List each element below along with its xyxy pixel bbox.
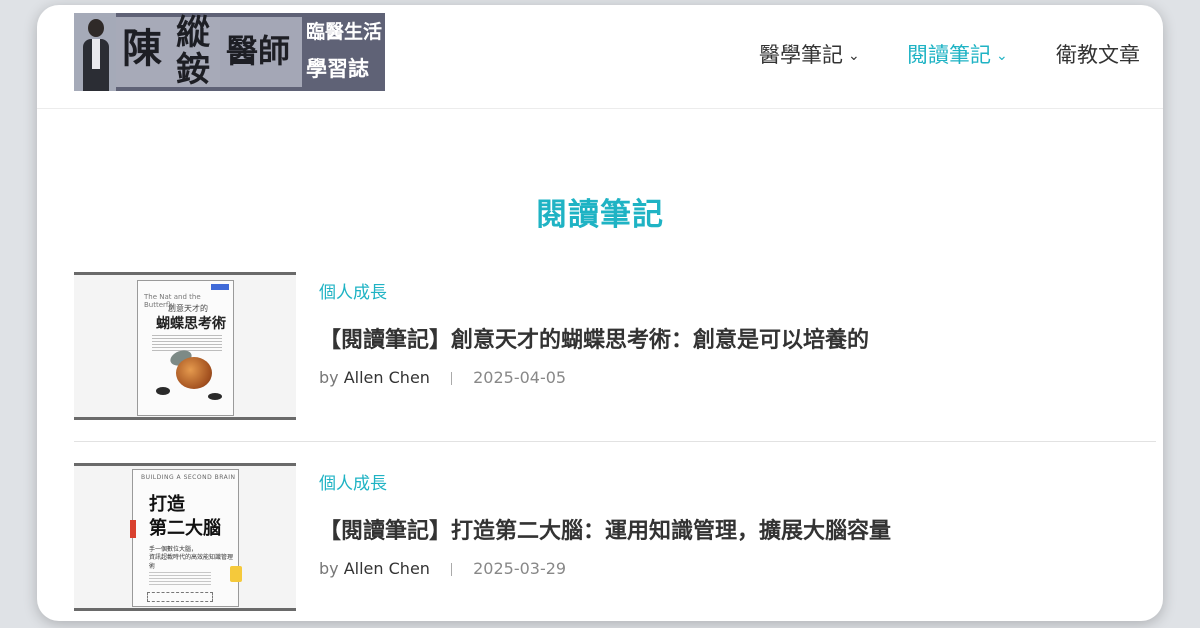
book-red-accent bbox=[130, 520, 136, 538]
post-item: The Nat and the Butterfly 創意天才的 蝴蝶思考術 個人… bbox=[74, 272, 1156, 442]
post-author-link[interactable]: Allen Chen bbox=[344, 559, 430, 578]
logo-name-main: 陳 bbox=[122, 26, 162, 72]
logo-tagline-2: 學習誌 bbox=[306, 57, 369, 81]
book-subtitle-line-2: 資訊超載時代的高效能知識管理術 bbox=[149, 554, 234, 570]
page-card: 陳 縱銨 醫師 臨醫生活 學習誌 醫學筆記 ⌄ 閱讀筆記 ⌄ 衛教文章 閱讀筆記 T… bbox=[37, 5, 1163, 621]
book-yellow-accent bbox=[230, 566, 242, 582]
fly-illustration bbox=[156, 387, 170, 395]
post-date: 2025-04-05 bbox=[473, 368, 567, 387]
chevron-down-icon: ⌄ bbox=[996, 48, 1008, 64]
site-logo[interactable]: 陳 縱銨 醫師 臨醫生活 學習誌 bbox=[74, 13, 385, 91]
logo-name-side: 縱銨 bbox=[176, 13, 210, 90]
post-item: BUILDING A SECOND BRAIN 打造 第二大腦 手一個數位大腦，… bbox=[74, 463, 1156, 621]
nav-item-label: 衛教文章 bbox=[1056, 43, 1140, 67]
book-title-line-1: 打造 bbox=[149, 494, 185, 515]
post-thumbnail[interactable]: BUILDING A SECOND BRAIN 打造 第二大腦 手一個數位大腦，… bbox=[74, 463, 296, 611]
post-author-link[interactable]: Allen Chen bbox=[344, 368, 430, 387]
post-title-link[interactable]: 【閱讀筆記】創意天才的蝴蝶思考術：創意是可以培養的 bbox=[319, 322, 869, 354]
post-category-link[interactable]: 個人成長 bbox=[319, 469, 387, 494]
nav-item-reading-notes[interactable]: 閱讀筆記 ⌄ bbox=[907, 39, 1008, 69]
book-title: 蝴蝶思考術 bbox=[156, 316, 226, 332]
post-date: 2025-03-29 bbox=[473, 559, 567, 578]
logo-tagline-1: 臨醫生活 bbox=[306, 21, 383, 43]
post-meta: by Allen Chen 2025-04-05 bbox=[319, 368, 566, 387]
nav-item-label: 醫學筆記 bbox=[759, 43, 843, 67]
post-meta-by: by bbox=[319, 368, 339, 387]
post-category-link[interactable]: 個人成長 bbox=[319, 278, 387, 303]
post-meta: by Allen Chen 2025-03-29 bbox=[319, 559, 566, 578]
nav-item-medical-notes[interactable]: 醫學筆記 ⌄ bbox=[759, 39, 860, 69]
post-meta-by: by bbox=[319, 559, 339, 578]
meta-separator bbox=[451, 372, 453, 385]
book-title-line-2: 第二大腦 bbox=[149, 518, 221, 539]
book-quote-box bbox=[147, 592, 213, 602]
book-cover: BUILDING A SECOND BRAIN 打造 第二大腦 手一個數位大腦，… bbox=[130, 469, 242, 607]
logo-doctor-label: 醫師 bbox=[226, 32, 291, 70]
book-cover: The Nat and the Butterfly 創意天才的 蝴蝶思考術 bbox=[137, 280, 234, 416]
logo-doctor-shirt bbox=[92, 39, 100, 69]
book-english-title: BUILDING A SECOND BRAIN bbox=[141, 474, 236, 481]
fly-illustration bbox=[208, 393, 222, 400]
book-blurb bbox=[149, 570, 211, 586]
site-header: 陳 縱銨 醫師 臨醫生活 學習誌 醫學筆記 ⌄ 閱讀筆記 ⌄ 衛教文章 bbox=[37, 5, 1163, 109]
post-title-link[interactable]: 【閱讀筆記】打造第二大腦：運用知識管理，擴展大腦容量 bbox=[319, 513, 891, 545]
butterfly-illustration bbox=[176, 357, 212, 389]
page-title: 閱讀筆記 bbox=[536, 197, 664, 233]
meta-separator bbox=[451, 563, 453, 576]
logo-doctor-head bbox=[88, 19, 104, 37]
publisher-tag bbox=[211, 284, 229, 290]
post-thumbnail[interactable]: The Nat and the Butterfly 創意天才的 蝴蝶思考術 bbox=[74, 272, 296, 420]
nav-item-health-education[interactable]: 衛教文章 bbox=[1056, 39, 1140, 69]
chevron-down-icon: ⌄ bbox=[848, 48, 860, 64]
nav-item-label: 閱讀筆記 bbox=[907, 43, 991, 67]
